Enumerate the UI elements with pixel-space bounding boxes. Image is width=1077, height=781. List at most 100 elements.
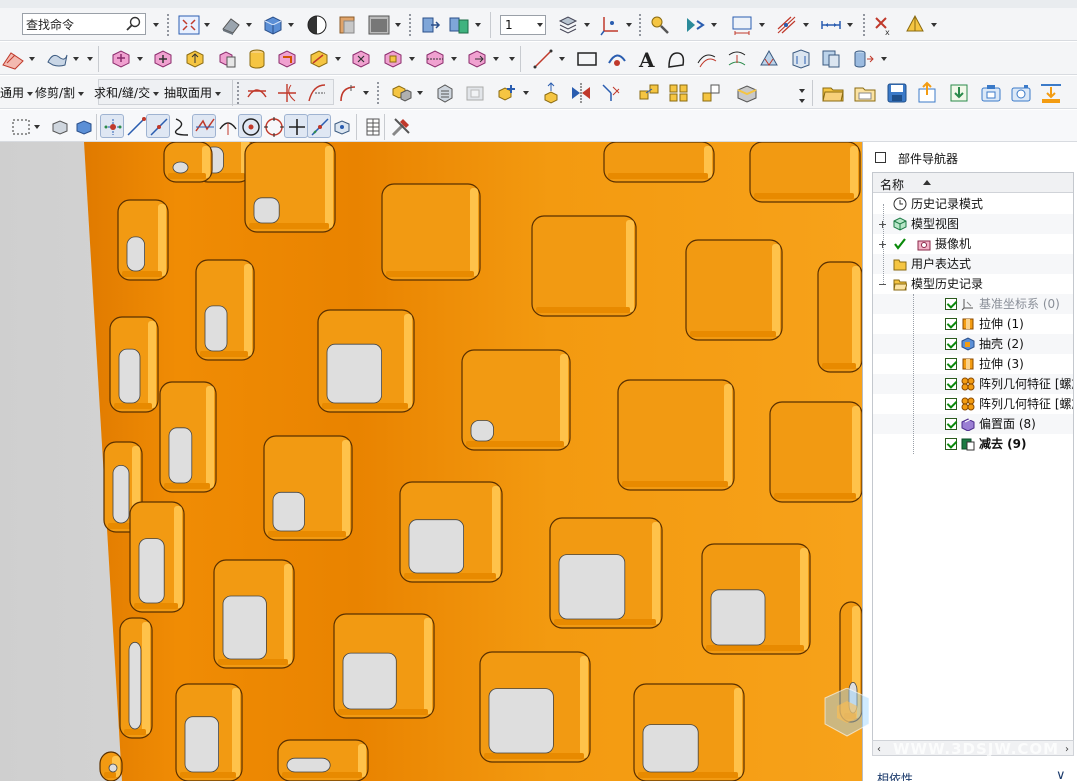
tree-node[interactable]: 抽壳 (2) [873, 334, 1073, 354]
boss-feature-icon[interactable] [214, 46, 238, 70]
open-folder-icon[interactable] [820, 80, 844, 104]
layer-settings-icon[interactable] [555, 12, 579, 36]
point-on-face-snap-icon[interactable] [330, 114, 354, 138]
assembly-icon[interactable] [388, 80, 412, 104]
feature-visibility-checkbox[interactable] [945, 358, 957, 370]
tree-node[interactable]: 模型历史记录 [873, 274, 1073, 294]
shell-feature-icon[interactable] [380, 46, 404, 70]
toolbar-grip[interactable] [236, 81, 240, 105]
pattern-feature-icon[interactable] [464, 46, 488, 70]
layer-spinner[interactable]: 1 [500, 15, 546, 35]
menu-common[interactable]: 通用 [0, 84, 34, 102]
fillet-curve-icon[interactable] [334, 80, 358, 104]
array-component-icon[interactable] [666, 80, 690, 104]
menu-combine[interactable]: 求和/缝/交 [94, 84, 160, 102]
wcs-icon[interactable] [597, 12, 621, 36]
offset-curve-icon[interactable] [694, 46, 718, 70]
window-layout-icon[interactable] [366, 12, 390, 36]
grid-snap-icon[interactable] [774, 12, 798, 36]
spline-tool-icon[interactable] [664, 46, 688, 70]
window-layout-dropdown[interactable] [394, 12, 402, 36]
rectangle-tool-icon[interactable] [574, 46, 598, 70]
toolbar-grip[interactable] [166, 13, 170, 37]
mirror-curve-icon[interactable] [756, 46, 780, 70]
measure-dropdown[interactable] [758, 12, 766, 36]
blend-feature-icon[interactable] [274, 46, 298, 70]
shell-dropdown[interactable] [408, 46, 416, 70]
point-construct-icon[interactable] [902, 12, 926, 36]
surface-dropdown-2[interactable] [86, 46, 94, 70]
project-curve-icon[interactable] [724, 46, 748, 70]
arc-tool-icon[interactable] [604, 46, 628, 70]
toolbar-grip[interactable] [408, 13, 412, 37]
endpoint-snap-icon[interactable] [123, 114, 147, 138]
draft-feature-icon[interactable] [348, 46, 372, 70]
expand-dependencies-icon[interactable]: ∨ [1056, 768, 1066, 781]
menu-extract[interactable]: 抽取面用 [164, 84, 222, 102]
intersection-snap-icon[interactable] [192, 114, 216, 138]
toolbar-grip[interactable] [862, 13, 866, 37]
tree-node[interactable]: 拉伸 (3) [873, 354, 1073, 374]
arc-center-snap-icon[interactable] [215, 114, 239, 138]
select-box-dropdown[interactable] [33, 114, 41, 138]
delete-icon[interactable]: x [870, 12, 894, 37]
feature-visibility-checkbox[interactable] [945, 318, 957, 330]
toolbar-grip[interactable] [638, 13, 642, 37]
quadrant-snap-icon[interactable] [261, 114, 285, 138]
tree-node[interactable]: 用户表达式 [873, 254, 1073, 274]
extend-curve-icon[interactable] [304, 80, 328, 104]
trim-body-icon[interactable] [422, 46, 446, 70]
grid-toggle-icon[interactable] [360, 114, 384, 138]
navigator-tree[interactable]: 名称 历史记录模式 模型视图 摄像机 用户表达式 模型历史记录 基准坐标系 (0) 拉伸 (… [872, 172, 1074, 750]
unite-feature-icon[interactable] [150, 46, 174, 70]
export-icon[interactable] [914, 80, 938, 104]
component-icon[interactable] [432, 80, 456, 104]
grid-dropdown[interactable] [802, 12, 810, 36]
isoparametric-curve-icon[interactable] [818, 46, 842, 70]
feature-visibility-checkbox[interactable] [945, 438, 957, 450]
section-view-icon[interactable] [334, 12, 358, 36]
search-dropdown-arrow[interactable] [152, 12, 160, 36]
copy-object-dropdown[interactable] [474, 12, 482, 36]
feature-visibility-checkbox[interactable] [945, 338, 957, 350]
save-icon[interactable] [884, 80, 908, 104]
layer-dropdown[interactable] [583, 12, 591, 36]
curve-play-icon[interactable] [682, 12, 706, 36]
analysis-icon[interactable] [646, 12, 670, 36]
dimension-dropdown[interactable] [846, 12, 854, 36]
extrude-feature-icon[interactable] [108, 46, 132, 70]
intersect-curve-icon[interactable] [244, 80, 268, 104]
panel-restore-icon[interactable] [875, 152, 886, 163]
dependencies-panel-label[interactable]: 相依性 [877, 770, 913, 781]
copy-object-icon[interactable] [446, 12, 470, 36]
replace-component-icon[interactable] [698, 80, 722, 104]
curve-more-dropdown[interactable] [880, 46, 888, 70]
add-component-dropdown[interactable] [522, 80, 530, 104]
pattern-dropdown[interactable] [492, 46, 500, 70]
curve-dropdown[interactable] [710, 12, 718, 36]
line-tool-icon[interactable] [530, 46, 554, 70]
overflow-down-arrow[interactable] [798, 88, 806, 112]
tree-node[interactable]: 摄像机 [873, 234, 1073, 254]
trim-dropdown[interactable] [450, 46, 458, 70]
surface-icon[interactable] [44, 46, 68, 70]
render-style-dropdown[interactable] [245, 12, 253, 36]
wcs-dropdown[interactable] [625, 12, 633, 36]
existing-point-snap-icon[interactable] [284, 114, 308, 138]
select-box-icon[interactable] [8, 114, 32, 138]
feature-visibility-checkbox[interactable] [945, 298, 957, 310]
move-component-icon[interactable] [538, 80, 562, 104]
measure-distance-icon[interactable] [729, 12, 753, 36]
chamfer-feature-icon[interactable] [306, 46, 330, 70]
text-tool-icon[interactable]: A [634, 46, 658, 71]
wrap-curve-icon[interactable] [788, 46, 812, 70]
tree-node[interactable]: 历史记录模式 [873, 194, 1073, 214]
snapshot-icon[interactable] [978, 80, 1002, 104]
add-component-icon[interactable] [494, 80, 518, 104]
shaded-cube-icon[interactable] [260, 12, 284, 36]
mirror-assembly-icon[interactable] [568, 80, 592, 104]
download-icon[interactable] [1038, 80, 1062, 104]
tree-node[interactable]: 阵列几何特征 [螺旋] ... [873, 394, 1073, 414]
fit-view-dropdown[interactable] [203, 12, 211, 36]
graphics-viewport[interactable] [0, 142, 862, 781]
